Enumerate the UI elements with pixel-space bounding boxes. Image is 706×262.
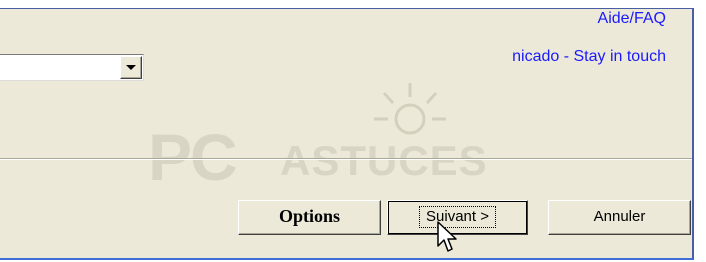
watermark-logo: PC ASTUCES bbox=[140, 79, 580, 199]
stay-in-touch-link[interactable]: nicado - Stay in touch bbox=[512, 48, 666, 66]
watermark-pc: PC bbox=[148, 120, 238, 194]
dropdown-select[interactable] bbox=[0, 54, 144, 81]
sun-icon bbox=[374, 83, 446, 135]
cancel-button[interactable]: Annuler bbox=[548, 200, 691, 235]
help-faq-link[interactable]: Aide/FAQ bbox=[598, 10, 666, 28]
options-button[interactable]: Options bbox=[238, 200, 381, 235]
mouse-pointer-icon bbox=[437, 221, 457, 252]
dialog-window: Aide/FAQ nicado - Stay in touch PC ASTUC… bbox=[0, 8, 694, 260]
watermark-astuces: ASTUCES bbox=[280, 137, 488, 184]
chevron-down-icon bbox=[126, 65, 136, 70]
dropdown-arrow-button[interactable] bbox=[120, 56, 142, 79]
separator-line bbox=[0, 158, 692, 160]
